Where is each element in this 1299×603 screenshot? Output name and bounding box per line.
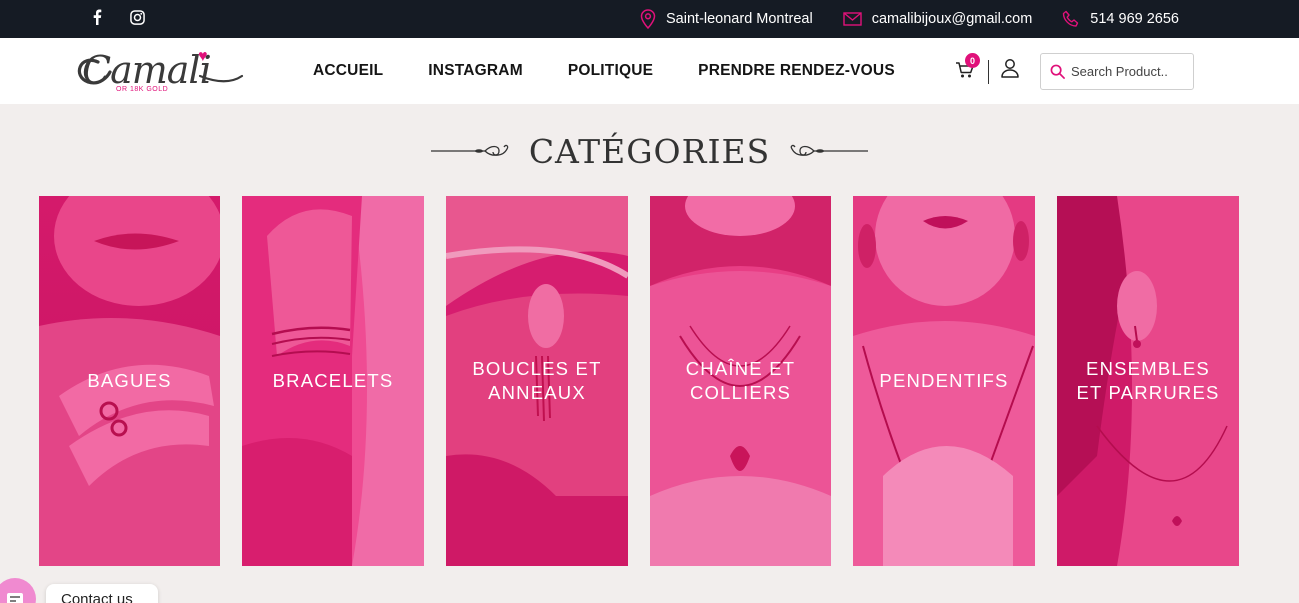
contact-info: Saint-leonard Montreal camalibijoux@gmai… (610, 0, 1179, 38)
category-card-chaine-colliers[interactable]: CHAÎNE ET COLLIERS (650, 196, 831, 566)
camali-logo[interactable]: Camali ♥ OR 18K GOLD (70, 46, 245, 98)
phone-item[interactable]: 514 969 2656 (1062, 10, 1179, 28)
heart-icon: ♥ (198, 48, 208, 65)
category-label: CHAÎNE ET COLLIERS (685, 358, 796, 403)
category-label: BOUCLES ET ANNEAUX (472, 358, 602, 403)
category-label: ENSEMBLES ET PARRURES (1076, 358, 1220, 403)
category-card-bracelets[interactable]: BRACELETS (242, 196, 424, 566)
envelope-icon (843, 12, 862, 26)
location-text: Saint-leonard Montreal (666, 11, 813, 27)
cart-count-badge: 0 (965, 53, 980, 68)
categories-heading: CATÉGORIES (0, 126, 1299, 176)
account-button[interactable] (1000, 58, 1020, 80)
social-links (88, 8, 146, 26)
category-label: BAGUES (87, 370, 172, 391)
contact-us-label[interactable]: Contact us (46, 584, 158, 603)
header-divider (988, 60, 989, 84)
facebook-icon[interactable] (88, 8, 106, 26)
category-card-ensembles-parrures[interactable]: ENSEMBLES ET PARRURES (1057, 196, 1239, 566)
location-item: Saint-leonard Montreal (640, 9, 813, 29)
email-link[interactable]: camalibijoux@gmail.com (872, 11, 1033, 27)
category-card-boucles-anneaux[interactable]: BOUCLES ET ANNEAUX (446, 196, 628, 566)
search-input[interactable] (1071, 64, 1181, 79)
category-card-pendentifs[interactable]: PENDENTIFS (853, 196, 1035, 566)
top-bar: Saint-leonard Montreal camalibijoux@gmai… (0, 0, 1299, 38)
main-header: Camali ♥ OR 18K GOLD ACCUEIL INSTAGRAM P… (0, 38, 1299, 104)
phone-link[interactable]: 514 969 2656 (1090, 11, 1179, 27)
chat-bubble-button[interactable] (0, 578, 36, 603)
chat-icon (7, 593, 23, 603)
section-title: CATÉGORIES (528, 131, 771, 171)
user-icon (1001, 59, 1019, 78)
nav-politique[interactable]: POLITIQUE (568, 62, 653, 80)
location-pin-icon (640, 9, 656, 29)
category-label: BRACELETS (272, 370, 394, 391)
category-label: PENDENTIFS (879, 370, 1009, 391)
cart-button[interactable]: 0 (955, 53, 980, 82)
nav-instagram[interactable]: INSTAGRAM (428, 62, 523, 80)
phone-icon (1063, 10, 1079, 27)
nav-prendre-rendez-vous[interactable]: PRENDRE RENDEZ-VOUS (698, 62, 895, 80)
main-nav: ACCUEIL INSTAGRAM POLITIQUE PRENDRE REND… (313, 38, 940, 104)
category-card-bagues[interactable]: BAGUES (39, 196, 220, 566)
nav-accueil[interactable]: ACCUEIL (313, 62, 383, 80)
instagram-icon[interactable] (128, 8, 146, 26)
ornament-right-icon (790, 144, 869, 156)
logo-subtitle: OR 18K GOLD (116, 86, 169, 93)
search-box[interactable] (1040, 53, 1194, 90)
email-item[interactable]: camalibijoux@gmail.com (843, 11, 1033, 27)
search-icon (1050, 64, 1065, 79)
ornament-left-icon (430, 144, 509, 156)
